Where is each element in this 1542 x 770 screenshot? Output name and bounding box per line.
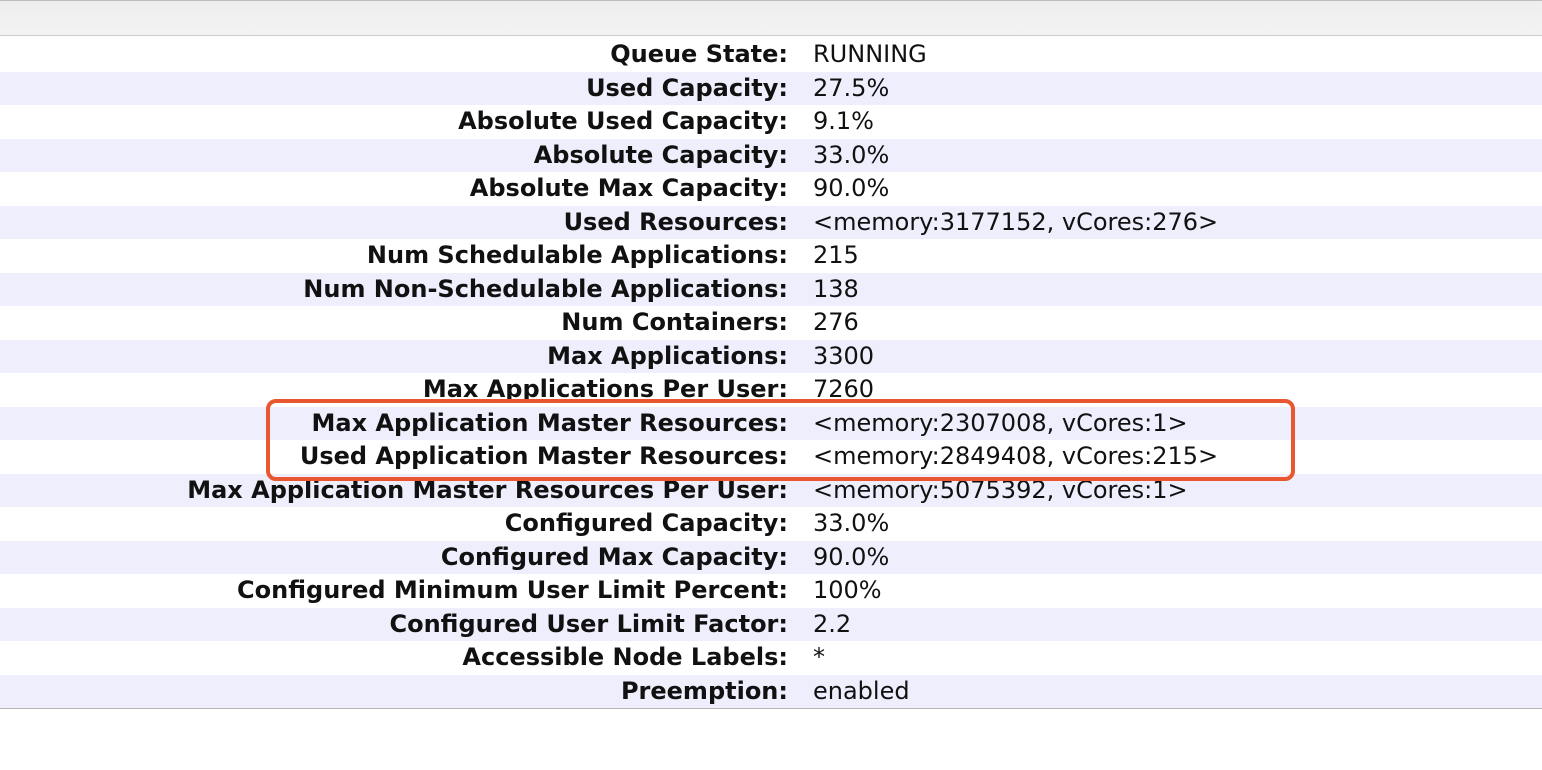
table-row: Absolute Max Capacity: 90.0% bbox=[0, 172, 1542, 206]
row-label: Configured Max Capacity: bbox=[440, 542, 788, 571]
row-value: 2.2 bbox=[813, 609, 852, 638]
row-label: Used Capacity: bbox=[586, 73, 788, 102]
table-row: Max Application Master Resources: <memor… bbox=[0, 406, 1542, 440]
row-label: Configured Minimum User Limit Percent: bbox=[237, 576, 788, 605]
row-value: RUNNING bbox=[813, 40, 927, 69]
row-label: Queue State: bbox=[610, 40, 788, 69]
table-row: Configured User Limit Factor: 2.2 bbox=[0, 607, 1542, 641]
table-row: Absolute Used Capacity: 9.1% bbox=[0, 105, 1542, 139]
table-row: Max Application Master Resources Per Use… bbox=[0, 473, 1542, 507]
row-label: Max Applications: bbox=[547, 341, 788, 370]
row-value: 138 bbox=[813, 274, 859, 303]
row-value: 33.0% bbox=[813, 140, 890, 169]
table-row: Used Capacity: 27.5% bbox=[0, 71, 1542, 105]
row-label: Max Applications Per User: bbox=[422, 375, 788, 404]
table-row: Num Non-Schedulable Applications: 138 bbox=[0, 272, 1542, 306]
row-label: Used Application Master Resources: bbox=[299, 442, 788, 471]
row-value: <memory:3177152, vCores:276> bbox=[813, 207, 1219, 236]
row-label: Num Non-Schedulable Applications: bbox=[303, 274, 788, 303]
row-value: enabled bbox=[813, 676, 910, 705]
table-row: Num Schedulable Applications: 215 bbox=[0, 239, 1542, 273]
table-row: Max Applications Per User: 7260 bbox=[0, 373, 1542, 407]
row-label: Used Resources: bbox=[563, 207, 788, 236]
row-label: Num Containers: bbox=[561, 308, 788, 337]
table-row: Absolute Capacity: 33.0% bbox=[0, 138, 1542, 172]
row-label: Max Application Master Resources: bbox=[311, 408, 789, 437]
row-value: 90.0% bbox=[813, 542, 890, 571]
table-row: Queue State: RUNNING bbox=[0, 38, 1542, 72]
row-value: <memory:2307008, vCores:1> bbox=[813, 408, 1188, 437]
row-label: Configured Capacity: bbox=[504, 509, 788, 538]
table-row: Used Application Master Resources: <memo… bbox=[0, 440, 1542, 474]
row-value: * bbox=[813, 643, 825, 672]
row-value: 90.0% bbox=[813, 174, 890, 203]
row-value: 27.5% bbox=[813, 73, 890, 102]
row-label: Configured User Limit Factor: bbox=[389, 609, 788, 638]
table-row: Configured Minimum User Limit Percent: 1… bbox=[0, 574, 1542, 608]
row-value: 276 bbox=[813, 308, 859, 337]
row-label: Accessible Node Labels: bbox=[462, 643, 788, 672]
row-label: Max Application Master Resources Per Use… bbox=[187, 475, 788, 504]
row-label: Absolute Used Capacity: bbox=[458, 107, 788, 136]
table-row: Configured Capacity: 33.0% bbox=[0, 507, 1542, 541]
top-toolbar bbox=[0, 0, 1542, 36]
row-value: <memory:2849408, vCores:215> bbox=[813, 442, 1219, 471]
row-label: Preemption: bbox=[620, 676, 788, 705]
row-label: Absolute Max Capacity: bbox=[469, 174, 788, 203]
row-value: 215 bbox=[813, 241, 859, 270]
row-value: 3300 bbox=[813, 341, 875, 370]
row-label: Num Schedulable Applications: bbox=[366, 241, 788, 270]
row-value: 33.0% bbox=[813, 509, 890, 538]
table-row: Preemption: enabled bbox=[0, 674, 1542, 708]
table-row: Accessible Node Labels: * bbox=[0, 641, 1542, 675]
row-label: Absolute Capacity: bbox=[533, 140, 788, 169]
row-value: 7260 bbox=[813, 375, 875, 404]
row-value: 9.1% bbox=[813, 107, 874, 136]
row-value: <memory:5075392, vCores:1> bbox=[813, 475, 1188, 504]
table-row: Configured Max Capacity: 90.0% bbox=[0, 540, 1542, 574]
table-row: Used Resources: <memory:3177152, vCores:… bbox=[0, 205, 1542, 239]
queue-info-table: Queue State: RUNNING Used Capacity: 27.5… bbox=[0, 38, 1542, 709]
table-row: Max Applications: 3300 bbox=[0, 339, 1542, 373]
table-row: Num Containers: 276 bbox=[0, 306, 1542, 340]
row-value: 100% bbox=[813, 576, 882, 605]
